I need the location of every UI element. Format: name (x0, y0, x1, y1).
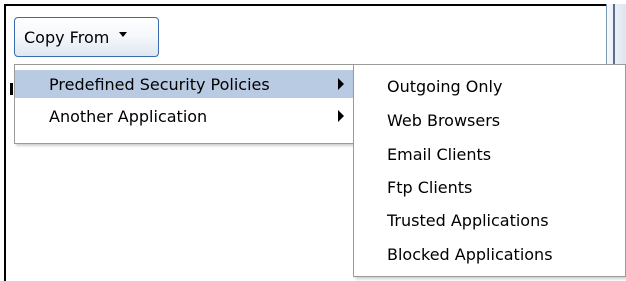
submenu-item-label: Email Clients (387, 144, 492, 164)
submenu-item-trusted-applications[interactable]: Trusted Applications (354, 204, 625, 236)
frame-tick (10, 83, 13, 95)
submenu-item-label: Web Browsers (387, 110, 501, 130)
submenu-item-label: Blocked Applications (387, 244, 553, 264)
window-frame-top (4, 4, 626, 6)
copy-from-button[interactable]: Copy From (14, 17, 159, 57)
menu-item-label: Predefined Security Policies (49, 74, 270, 94)
copy-from-label: Copy From (24, 27, 110, 47)
submenu-arrow-icon (338, 110, 344, 122)
copy-from-menu: Predefined Security Policies Another App… (14, 64, 356, 144)
submenu-arrow-icon (338, 78, 344, 90)
submenu-item-label: Trusted Applications (387, 210, 549, 230)
right-panel-edge (606, 4, 626, 64)
submenu-item-blocked-applications[interactable]: Blocked Applications (354, 238, 625, 270)
submenu-item-label: Outgoing Only (387, 76, 503, 96)
menu-item-another-application[interactable]: Another Application (15, 102, 355, 130)
submenu-item-outgoing-only[interactable]: Outgoing Only (354, 70, 625, 102)
submenu-item-label: Ftp Clients (387, 177, 473, 197)
submenu-item-ftp-clients[interactable]: Ftp Clients (354, 171, 625, 203)
window-frame-left (4, 4, 6, 281)
submenu-item-email-clients[interactable]: Email Clients (354, 138, 625, 170)
menu-item-label: Another Application (49, 106, 208, 126)
predefined-policies-submenu: Outgoing Only Web Browsers Email Clients… (353, 64, 626, 277)
menu-item-predefined-security-policies[interactable]: Predefined Security Policies (15, 70, 355, 98)
chevron-down-icon (119, 31, 128, 37)
submenu-item-web-browsers[interactable]: Web Browsers (354, 104, 625, 136)
